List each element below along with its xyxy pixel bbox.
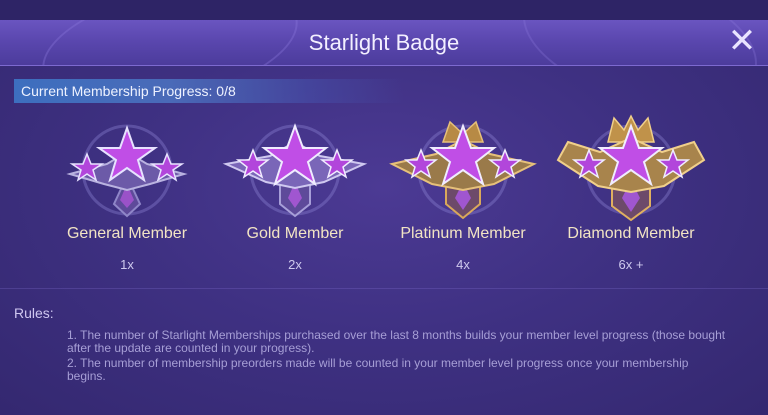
header: Starlight Badge ✕ [0,20,768,66]
close-icon: ✕ [727,22,757,60]
badge-name: Diamond Member [567,225,695,242]
starlight-badge-panel: Starlight Badge ✕ Current Membership Pro… [0,0,768,415]
badge-gold-member[interactable]: Gold Member 2x [220,112,370,282]
star-badge-icon [389,120,537,220]
star-badge-icon [222,123,368,218]
membership-progress-label: Current Membership Progress: 0/8 [21,83,236,99]
badge-name: Gold Member [246,225,344,242]
star-badge-icon [66,124,188,218]
badge-diamond-member[interactable]: Diamond Member 6x + [556,112,706,282]
top-strip [0,0,768,20]
badge-name: General Member [66,225,188,242]
page-title: Starlight Badge [308,30,460,55]
badge-platinum-member[interactable]: Platinum Member 4x [388,112,538,282]
star-badge-icon [556,114,706,222]
badge-name: Platinum Member [400,225,526,242]
badge-general-member[interactable]: General Member 1x [52,112,202,282]
badge-multiplier: 4x [456,257,470,272]
badge-multiplier: 6x + [618,257,644,272]
rule-item: 1. The number of Starlight Memberships p… [67,328,726,355]
divider [0,288,768,289]
rule-item: 2. The number of membership preorders ma… [67,356,689,383]
close-button[interactable]: ✕ [726,24,758,58]
membership-progress-bar: Current Membership Progress: 0/8 [14,79,404,103]
badge-multiplier: 1x [120,257,134,272]
rules-title: Rules: [14,305,54,321]
badge-multiplier: 2x [288,257,302,272]
